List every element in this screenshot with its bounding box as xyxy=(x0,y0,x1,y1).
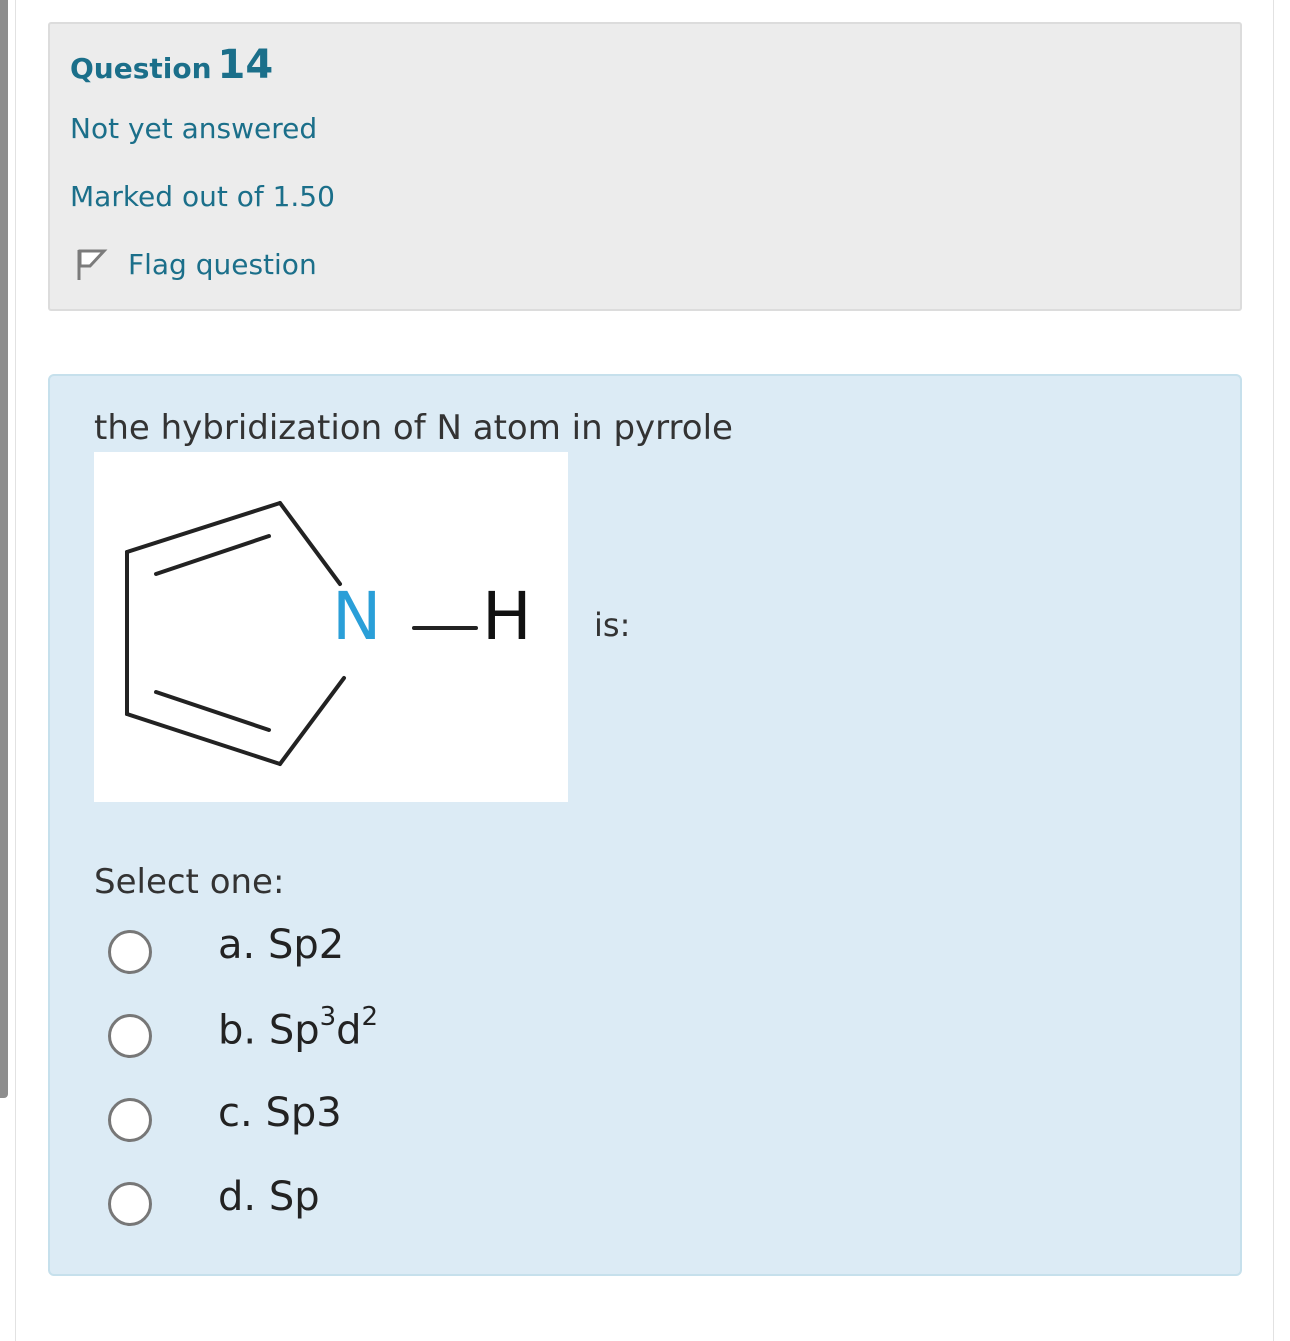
answer-option-d[interactable]: d. Sp xyxy=(108,1174,508,1242)
question-number: 14 xyxy=(217,42,274,88)
pyrrole-structure-image: N H xyxy=(94,452,568,802)
question-state: Not yet answered xyxy=(70,112,318,145)
page-scrollbar[interactable] xyxy=(0,0,8,1098)
flag-question-label: Flag question xyxy=(128,247,317,281)
question-text-suffix: is: xyxy=(594,606,631,644)
hydrogen-atom-label: H xyxy=(482,578,532,655)
flag-question-link[interactable]: Flag question xyxy=(74,246,317,282)
question-info-panel: Question 14 Not yet answered Marked out o… xyxy=(48,22,1242,311)
radio-button-b[interactable] xyxy=(108,1014,152,1058)
nitrogen-atom-label: N xyxy=(332,578,382,655)
option-d-label: d. Sp xyxy=(218,1174,320,1220)
option-b-label: b. Sp3d2 xyxy=(218,1002,379,1054)
option-a-label: a. Sp2 xyxy=(218,922,345,968)
question-grade: Marked out of 1.50 xyxy=(70,180,335,213)
radio-button-d[interactable] xyxy=(108,1182,152,1226)
page-frame-right xyxy=(1273,0,1274,1341)
question-content-panel: the hybridization of N atom in pyrrole N… xyxy=(48,374,1242,1276)
option-c-label: c. Sp3 xyxy=(218,1090,342,1136)
question-heading: Question 14 xyxy=(70,42,273,88)
page-frame-left xyxy=(15,0,16,1341)
answer-option-c[interactable]: c. Sp3 xyxy=(108,1090,508,1158)
question-label: Question xyxy=(70,52,212,85)
select-one-prompt: Select one: xyxy=(94,862,285,902)
radio-button-a[interactable] xyxy=(108,930,152,974)
answer-option-a[interactable]: a. Sp2 xyxy=(108,922,508,990)
question-text: the hybridization of N atom in pyrrole xyxy=(94,408,733,448)
radio-button-c[interactable] xyxy=(108,1098,152,1142)
flag-icon xyxy=(77,249,108,280)
answer-option-b[interactable]: b. Sp3d2 xyxy=(108,1002,508,1074)
